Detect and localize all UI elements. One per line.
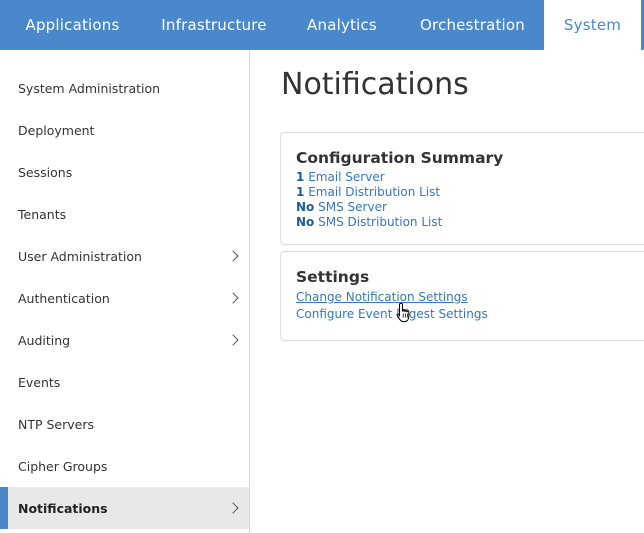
tab-system[interactable]: System: [544, 0, 644, 50]
sidebar-item-label: Cipher Groups: [18, 458, 108, 474]
summary-count: No: [296, 200, 315, 214]
sidebar-item-label: Auditing: [18, 332, 71, 348]
chevron-right-icon: [227, 292, 239, 304]
summary-text: SMS Distribution List: [318, 215, 443, 229]
sidebar-item-deployment[interactable]: Deployment: [0, 109, 249, 151]
sidebar-item-system-administration[interactable]: System Administration: [0, 67, 249, 109]
chevron-right-icon: [227, 334, 239, 346]
sidebar-item-label: Authentication: [18, 290, 110, 306]
summary-text: Email Server: [308, 170, 385, 184]
summary-line-email-server: 1 Email Server: [296, 170, 644, 185]
hand-pointer-icon: [396, 302, 410, 323]
chevron-right-icon: [227, 250, 239, 262]
configuration-summary-card: Configuration Summary 1 Email Server 1 E…: [280, 132, 644, 245]
sidebar-item-cipher-groups[interactable]: Cipher Groups: [0, 445, 249, 487]
sidebar-item-tenants[interactable]: Tenants: [0, 193, 249, 235]
tab-orchestration[interactable]: Orchestration: [401, 0, 544, 50]
summary-line-sms-server: No SMS Server: [296, 200, 644, 215]
sidebar-item-events[interactable]: Events: [0, 361, 249, 403]
sidebar-item-user-administration[interactable]: User Administration: [0, 235, 249, 277]
configure-event-digest-settings-link[interactable]: Configure Event Digest Settings: [296, 306, 644, 323]
sidebar-item-label: Sessions: [18, 164, 73, 180]
sidebar-item-label: System Administration: [18, 80, 161, 96]
sidebar-item-ntp-servers[interactable]: NTP Servers: [0, 403, 249, 445]
top-navigation: Applications Infrastructure Analytics Or…: [0, 0, 644, 50]
sidebar-item-label: Deployment: [18, 122, 95, 138]
summary-text: SMS Server: [318, 200, 387, 214]
sidebar-item-notifications[interactable]: Notifications: [0, 487, 249, 529]
tab-analytics[interactable]: Analytics: [283, 0, 401, 50]
summary-line-email-distribution-list: 1 Email Distribution List: [296, 185, 644, 200]
sidebar-item-label: Notifications: [18, 500, 108, 516]
sidebar-item-label: Events: [18, 374, 61, 390]
settings-card: Settings Change Notification Settings Co…: [280, 251, 644, 341]
summary-heading: Configuration Summary: [296, 149, 504, 167]
summary-line-sms-distribution-list: No SMS Distribution List: [296, 215, 644, 230]
main-content: Notifications Configuration Summary 1 Em…: [250, 50, 644, 533]
page-title: Notifications: [281, 67, 469, 102]
chevron-right-icon: [227, 502, 239, 514]
sidebar-item-label: Tenants: [18, 206, 67, 222]
summary-count: 1: [296, 170, 305, 184]
sidebar: System Administration Deployment Session…: [0, 50, 250, 533]
sidebar-item-authentication[interactable]: Authentication: [0, 277, 249, 319]
summary-count: 1: [296, 185, 305, 199]
settings-heading: Settings: [296, 268, 370, 286]
sidebar-item-sessions[interactable]: Sessions: [0, 151, 249, 193]
sidebar-item-label: NTP Servers: [18, 416, 95, 432]
sidebar-item-auditing[interactable]: Auditing: [0, 319, 249, 361]
summary-count: No: [296, 215, 315, 229]
summary-text: Email Distribution List: [308, 185, 441, 199]
sidebar-item-label: User Administration: [18, 248, 142, 264]
tab-infrastructure[interactable]: Infrastructure: [145, 0, 283, 50]
change-notification-settings-link[interactable]: Change Notification Settings: [296, 289, 644, 306]
tab-applications[interactable]: Applications: [0, 0, 145, 50]
